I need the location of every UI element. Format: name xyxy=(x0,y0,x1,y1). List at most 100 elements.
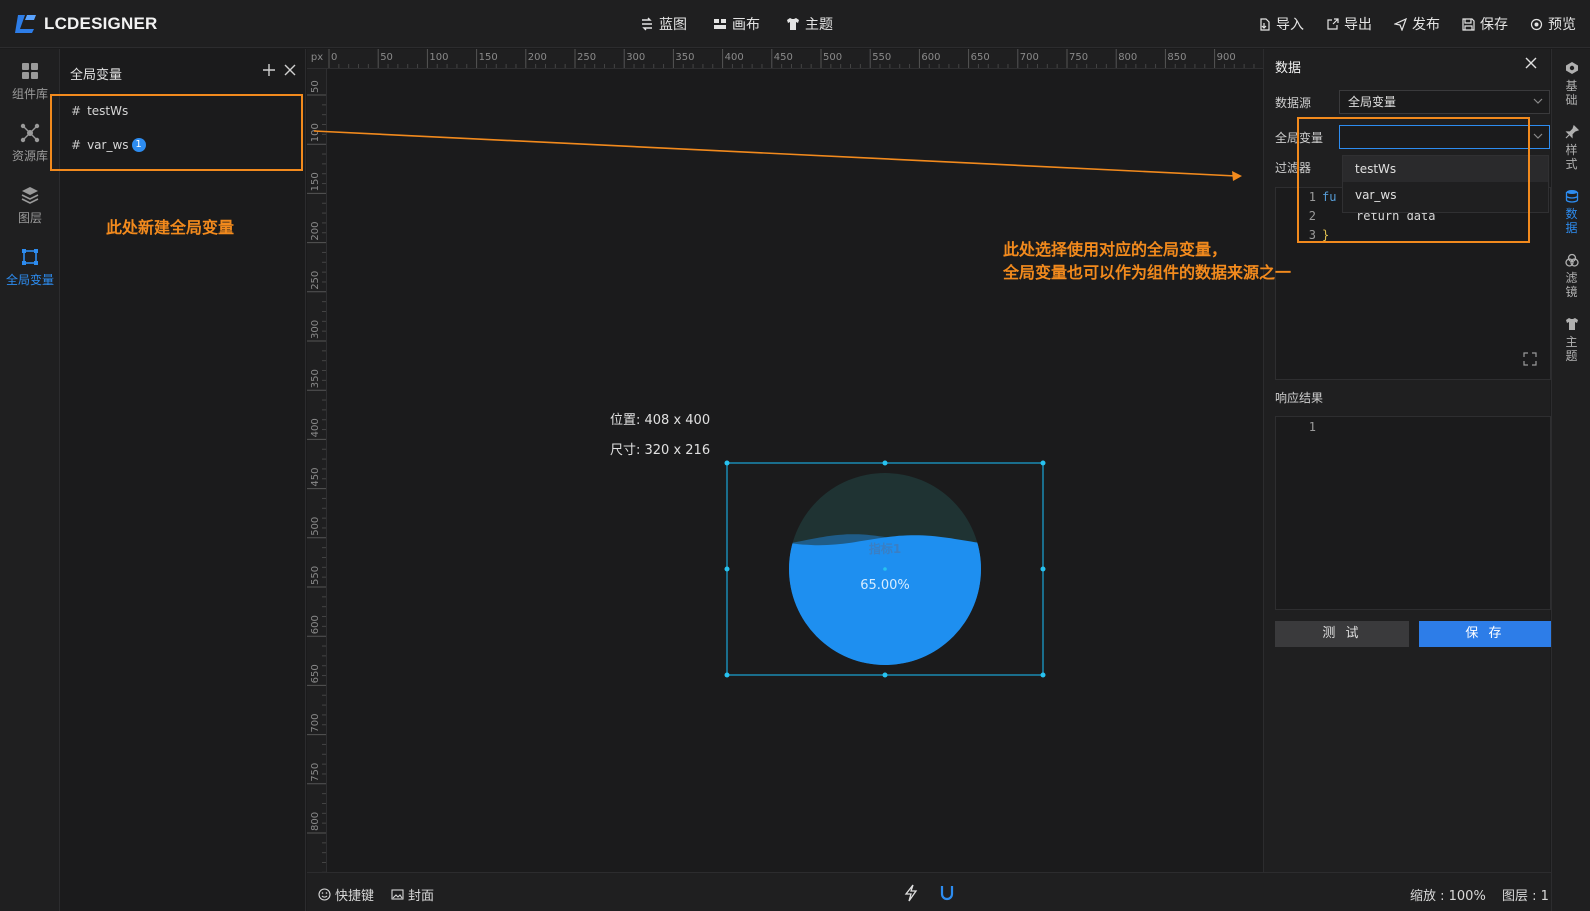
nav-theme[interactable]: 主题 xyxy=(786,14,833,34)
ruler-left[interactable]: 50 100 150 200 250 300 350 400 450 500 550 600 650 70… xyxy=(307,69,327,872)
line-number: 1 xyxy=(1308,420,1316,434)
tab-style[interactable]: 样式 xyxy=(1552,125,1590,171)
ruler-label: 700 xyxy=(1020,52,1039,63)
resize-handle[interactable] xyxy=(882,672,888,678)
test-button[interactable]: 测 试 xyxy=(1275,621,1409,647)
chevron-down-icon xyxy=(1533,133,1543,139)
theme-shirt-icon xyxy=(787,18,799,30)
add-icon[interactable] xyxy=(262,63,276,77)
tab-data[interactable]: 数据 xyxy=(1552,189,1590,235)
ruler-top[interactable]: 0 50 100 150 200 250 300 350 400 450 500 550 600 650 7… xyxy=(307,49,1263,69)
right-rail: 基础 样式 数据 滤镜 主题 xyxy=(1551,49,1590,911)
tab-style-label: 样式 xyxy=(1565,143,1578,171)
data-panel-title: 数据 xyxy=(1275,61,1302,76)
resize-handle[interactable] xyxy=(1040,460,1046,466)
cover-button[interactable]: 封面 xyxy=(391,885,434,904)
resize-handle[interactable] xyxy=(1040,672,1046,678)
ruler-label: 750 xyxy=(310,763,321,782)
ruler-label: 0 xyxy=(331,52,337,63)
publish-button[interactable]: 发布 xyxy=(1394,14,1440,34)
ruler-label: 550 xyxy=(310,566,321,585)
import-icon xyxy=(1260,17,1270,31)
liquid-wave-front xyxy=(789,535,981,665)
ruler-label: 800 xyxy=(310,812,321,831)
preview-button[interactable]: 预览 xyxy=(1530,14,1576,34)
filter-icon xyxy=(1564,253,1579,267)
panel-title: 全局变量 xyxy=(70,68,123,83)
ruler-label: 300 xyxy=(310,320,321,339)
fullscreen-icon[interactable] xyxy=(1523,352,1537,366)
annotation-line: 全局变量也可以作为组件的数据来源之一 xyxy=(1003,263,1292,282)
annotation-text-left: 此处新建全局变量 xyxy=(106,218,235,237)
resize-handle[interactable] xyxy=(882,460,888,466)
ruler-label: 300 xyxy=(626,52,645,63)
nav-blueprint[interactable]: 蓝图 xyxy=(640,14,687,34)
data-source-select[interactable]: 全局变量 xyxy=(1339,90,1550,114)
magnet-icon[interactable] xyxy=(939,884,955,902)
export-button[interactable]: 导出 xyxy=(1326,14,1372,34)
lightning-icon[interactable] xyxy=(903,884,919,902)
shortcuts-label: 快捷键 xyxy=(335,889,375,904)
network-icon xyxy=(20,123,40,143)
rail-layers[interactable]: 图层 xyxy=(0,185,60,226)
top-nav: 蓝图 画布 主题 xyxy=(640,14,833,34)
data-source-value: 全局变量 xyxy=(1348,95,1397,109)
tab-theme[interactable]: 主题 xyxy=(1552,317,1590,363)
ruler-left-ticks: 50 100 150 200 250 300 350 400 450 500 550 600 650 70… xyxy=(307,80,326,872)
design-canvas[interactable]: 0 50 100 150 200 250 300 350 400 450 500 550 600 650 7… xyxy=(307,49,1263,872)
resize-handle[interactable] xyxy=(1040,566,1046,572)
ruler-label: 600 xyxy=(921,52,940,63)
ruler-label: 600 xyxy=(310,615,321,634)
rail-layers-label: 图层 xyxy=(17,211,42,225)
tab-base-label: 基础 xyxy=(1565,79,1578,107)
ruler-label: 200 xyxy=(528,52,547,63)
rail-component-library-label: 组件库 xyxy=(11,87,48,101)
ruler-label: 650 xyxy=(310,664,321,683)
nav-canvas-label: 画布 xyxy=(732,17,760,33)
annotation-line: 此处选择使用对应的全局变量， xyxy=(1003,240,1228,259)
value-text: 65.00% xyxy=(860,578,910,593)
close-icon[interactable] xyxy=(1524,56,1538,70)
logo[interactable]: LCDESIGNER xyxy=(14,12,157,36)
ruler-label: 150 xyxy=(479,52,498,63)
tab-base[interactable]: 基础 xyxy=(1552,61,1590,107)
ruler-label: 900 xyxy=(1217,52,1236,63)
logo-icon xyxy=(15,15,36,33)
resize-handle[interactable] xyxy=(724,460,730,466)
cover-label: 封面 xyxy=(408,889,435,904)
rail-global-variables-label: 全局变量 xyxy=(5,273,54,287)
nav-theme-label: 主题 xyxy=(805,17,833,33)
close-icon[interactable] xyxy=(283,63,297,77)
save-disk-icon xyxy=(1462,17,1475,31)
save-button[interactable]: 保存 xyxy=(1462,14,1508,34)
save-label: 保存 xyxy=(1480,17,1508,33)
import-button[interactable]: 导入 xyxy=(1258,14,1304,34)
zoom-readout[interactable]: 缩放 : 100% xyxy=(1410,885,1486,904)
canvas-icon xyxy=(714,19,726,29)
annotation-box-left xyxy=(50,94,303,171)
liquid-fill-widget[interactable]: 指标1 65.00% xyxy=(722,458,1046,680)
ruler-label: 450 xyxy=(774,52,793,63)
base-icon xyxy=(1565,62,1578,74)
resize-handle[interactable] xyxy=(724,566,730,572)
indicator-label: 指标1 xyxy=(869,541,901,556)
top-actions: 导入 导出 发布 保存 预览 xyxy=(1258,14,1576,34)
response-editor[interactable]: 1 xyxy=(1275,416,1551,610)
ruler-top-ticks: 0 50 100 150 200 250 300 350 400 450 500 550 600 650 7… xyxy=(328,49,1255,68)
tab-filter[interactable]: 滤镜 xyxy=(1552,253,1590,299)
rail-global-variables[interactable]: 全局变量 xyxy=(0,247,60,288)
ruler-label: 550 xyxy=(872,52,891,63)
nav-blueprint-label: 蓝图 xyxy=(659,17,687,33)
resize-handle[interactable] xyxy=(724,672,730,678)
layer-count: 图层 : 1 xyxy=(1502,889,1549,904)
logo-text: LCDESIGNER xyxy=(44,14,158,33)
grid-icon xyxy=(22,63,38,79)
save-data-button[interactable]: 保 存 xyxy=(1419,621,1551,647)
ruler-label: 50 xyxy=(380,52,393,63)
nav-canvas[interactable]: 画布 xyxy=(713,14,760,34)
global-variable-panel: 全局变量 # testWs # var_ws 1 xyxy=(61,49,306,911)
shortcuts-button[interactable]: 快捷键 xyxy=(318,885,374,904)
left-rail: 组件库 资源库 图层 全局变量 xyxy=(0,49,60,911)
blueprint-icon xyxy=(642,17,652,31)
ruler-label: 50 xyxy=(310,80,321,93)
